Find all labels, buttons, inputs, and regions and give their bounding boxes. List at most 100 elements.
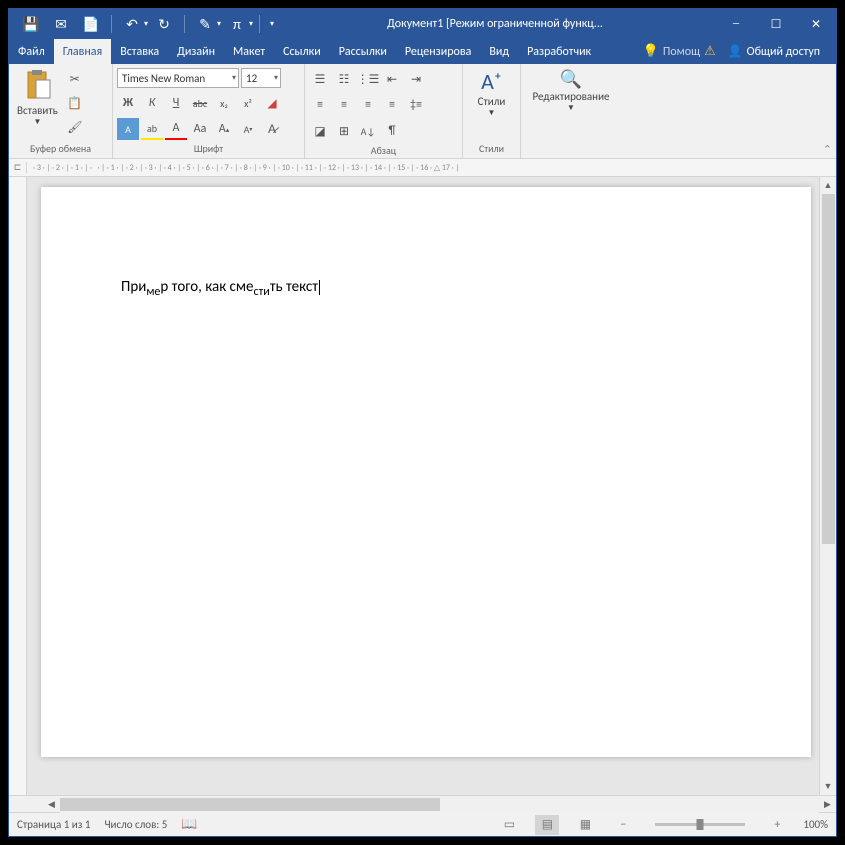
tab-file[interactable]: Файл — [9, 39, 54, 64]
editing-button[interactable]: 🔍 Редактирование ▼ — [529, 66, 614, 115]
draw-dropdown[interactable]: ▾ — [217, 19, 221, 29]
decrease-indent-button[interactable]: ⇤ — [381, 68, 403, 90]
format-painter-button[interactable]: 🖌 — [64, 116, 86, 138]
styles-button[interactable]: A⁺ Стили ▼ — [474, 66, 510, 120]
text-effects-button[interactable]: ◢ — [261, 92, 283, 114]
superscript-button[interactable]: x² — [237, 92, 259, 114]
scroll-right-button[interactable]: ▶ — [819, 796, 836, 813]
save-button[interactable]: 💾 — [17, 10, 45, 38]
page-container: Пример того, как сместить текст ▲ ▼ — [27, 177, 836, 795]
web-layout-button[interactable]: ▦ — [573, 815, 597, 835]
shading-button[interactable]: ◪ — [309, 120, 331, 142]
paste-button[interactable]: Вставить ▼ — [13, 66, 62, 129]
bullets-button[interactable]: ☰ — [309, 68, 331, 90]
page-status[interactable]: Страница 1 из 1 — [17, 818, 90, 831]
document-text[interactable]: Пример того, как сместить текст — [121, 279, 320, 295]
tab-layout[interactable]: Макет — [224, 39, 274, 64]
vertical-scrollbar[interactable]: ▲ ▼ — [819, 177, 836, 795]
font-name-combo[interactable]: Times New Roman — [117, 68, 239, 88]
font-size-combo[interactable]: 12 — [241, 68, 281, 88]
highlight-color-button[interactable]: ab — [141, 118, 163, 140]
search-icon: 🔍 — [560, 68, 582, 90]
group-styles: A⁺ Стили ▼ Стили — [463, 64, 521, 158]
grow-font-button[interactable]: A▴ — [213, 118, 235, 140]
line-spacing-button[interactable]: ‡≡ — [405, 94, 427, 116]
undo-dropdown[interactable]: ▾ — [144, 19, 148, 29]
tab-review[interactable]: Рецензирова — [396, 39, 480, 64]
separator — [259, 15, 260, 33]
maximize-button[interactable]: ☐ — [756, 9, 796, 39]
show-marks-button[interactable]: ¶ — [381, 120, 403, 142]
styles-icon: A⁺ — [481, 68, 502, 95]
highlight-button[interactable]: A — [117, 118, 139, 140]
redo-button[interactable]: ↻ — [150, 10, 178, 38]
vscroll-track[interactable] — [820, 194, 836, 778]
status-bar: Страница 1 из 1 Число слов: 5 📖 ▭ ▤ ▦ − … — [9, 812, 836, 836]
zoom-out-button[interactable]: − — [611, 815, 635, 835]
cut-button[interactable]: ✂ — [64, 68, 86, 90]
change-case-button[interactable]: Aa — [189, 118, 211, 140]
group-clipboard: Вставить ▼ ✂ 📋 🖌 Буфер обмена — [9, 64, 113, 158]
tab-insert[interactable]: Вставка — [111, 39, 168, 64]
read-mode-button[interactable]: ▭ — [497, 815, 521, 835]
shrink-font-button[interactable]: A▾ — [237, 118, 259, 140]
minimize-button[interactable]: ─ — [716, 9, 756, 39]
tab-design[interactable]: Дизайн — [168, 39, 224, 64]
increase-indent-button[interactable]: ⇥ — [405, 68, 427, 90]
zoom-in-button[interactable]: + — [765, 815, 789, 835]
tab-view[interactable]: Вид — [480, 39, 518, 64]
horizontal-scrollbar[interactable]: ◀ ▶ — [9, 795, 836, 812]
ribbon-tabs: Файл Главная Вставка Дизайн Макет Ссылки… — [9, 39, 836, 64]
mail-button[interactable]: ✉ — [47, 10, 75, 38]
strike-button[interactable]: abc — [189, 92, 211, 114]
vertical-ruler[interactable] — [9, 177, 27, 795]
scroll-left-button[interactable]: ◀ — [43, 796, 60, 813]
new-doc-button[interactable]: 📄 — [77, 10, 105, 38]
hscroll-thumb[interactable] — [60, 798, 440, 811]
numbering-button[interactable]: ☷ — [333, 68, 355, 90]
zoom-level[interactable]: 100% — [803, 818, 828, 831]
chevron-down-icon: ▼ — [33, 117, 41, 127]
vscroll-thumb[interactable] — [822, 194, 835, 544]
align-right-button[interactable]: ≡ — [357, 94, 379, 116]
page[interactable]: Пример того, как сместить текст — [41, 187, 811, 757]
paste-label: Вставить — [17, 104, 58, 117]
bold-button[interactable]: Ж — [117, 92, 139, 114]
subscript-button[interactable]: x₂ — [213, 92, 235, 114]
proofing-icon[interactable]: 📖 — [181, 817, 197, 832]
borders-button[interactable]: ⊞ — [333, 120, 355, 142]
scroll-up-button[interactable]: ▲ — [820, 177, 836, 194]
sort-button[interactable]: A↓ — [357, 120, 379, 142]
word-count[interactable]: Число слов: 5 — [104, 818, 167, 831]
close-button[interactable]: ✕ — [796, 9, 836, 39]
scroll-down-button[interactable]: ▼ — [820, 778, 836, 795]
italic-button[interactable]: К — [141, 92, 163, 114]
tab-developer[interactable]: Разработчик — [518, 39, 600, 64]
tab-home[interactable]: Главная — [54, 39, 111, 64]
zoom-thumb[interactable] — [697, 819, 704, 830]
justify-button[interactable]: ≡ — [381, 94, 403, 116]
underline-button[interactable]: Ч — [165, 92, 187, 114]
group-font: Times New Roman 12 Ж К Ч abc x₂ x² ◢ A a… — [113, 64, 305, 158]
undo-button[interactable]: ↶ — [118, 10, 146, 38]
clear-format-button[interactable]: A̷ — [261, 118, 283, 140]
draw-button[interactable]: ✎ — [191, 10, 219, 38]
align-center-button[interactable]: ≡ — [333, 94, 355, 116]
tell-me[interactable]: Помощ — [663, 45, 700, 59]
align-left-button[interactable]: ≡ — [309, 94, 331, 116]
tab-references[interactable]: Ссылки — [274, 39, 330, 64]
font-color-button[interactable]: A — [165, 118, 187, 140]
equation-button[interactable]: π — [223, 10, 251, 38]
share-button[interactable]: 👤 Общий доступ — [720, 44, 828, 59]
copy-button[interactable]: 📋 — [64, 92, 86, 114]
menu-right: 💡 Помощ ⚠ 👤 Общий доступ — [643, 39, 836, 64]
title-bar: 💾 ✉ 📄 ↶▾ ↻ ✎▾ π▾ ▾ Документ1 [Режим огра… — [9, 9, 836, 39]
tab-mailings[interactable]: Рассылки — [330, 39, 396, 64]
zoom-slider[interactable] — [655, 823, 745, 826]
collapse-ribbon-button[interactable]: ⌃ — [823, 143, 832, 156]
hscroll-track[interactable] — [60, 796, 819, 813]
multilevel-button[interactable]: ⋮☰ — [357, 68, 379, 90]
horizontal-ruler[interactable]: ⊏ · 3 · | · 2 · | · 1 · | · · | · 1 · | … — [9, 159, 836, 177]
equation-dropdown[interactable]: ▾ — [249, 19, 253, 29]
print-layout-button[interactable]: ▤ — [535, 815, 559, 835]
